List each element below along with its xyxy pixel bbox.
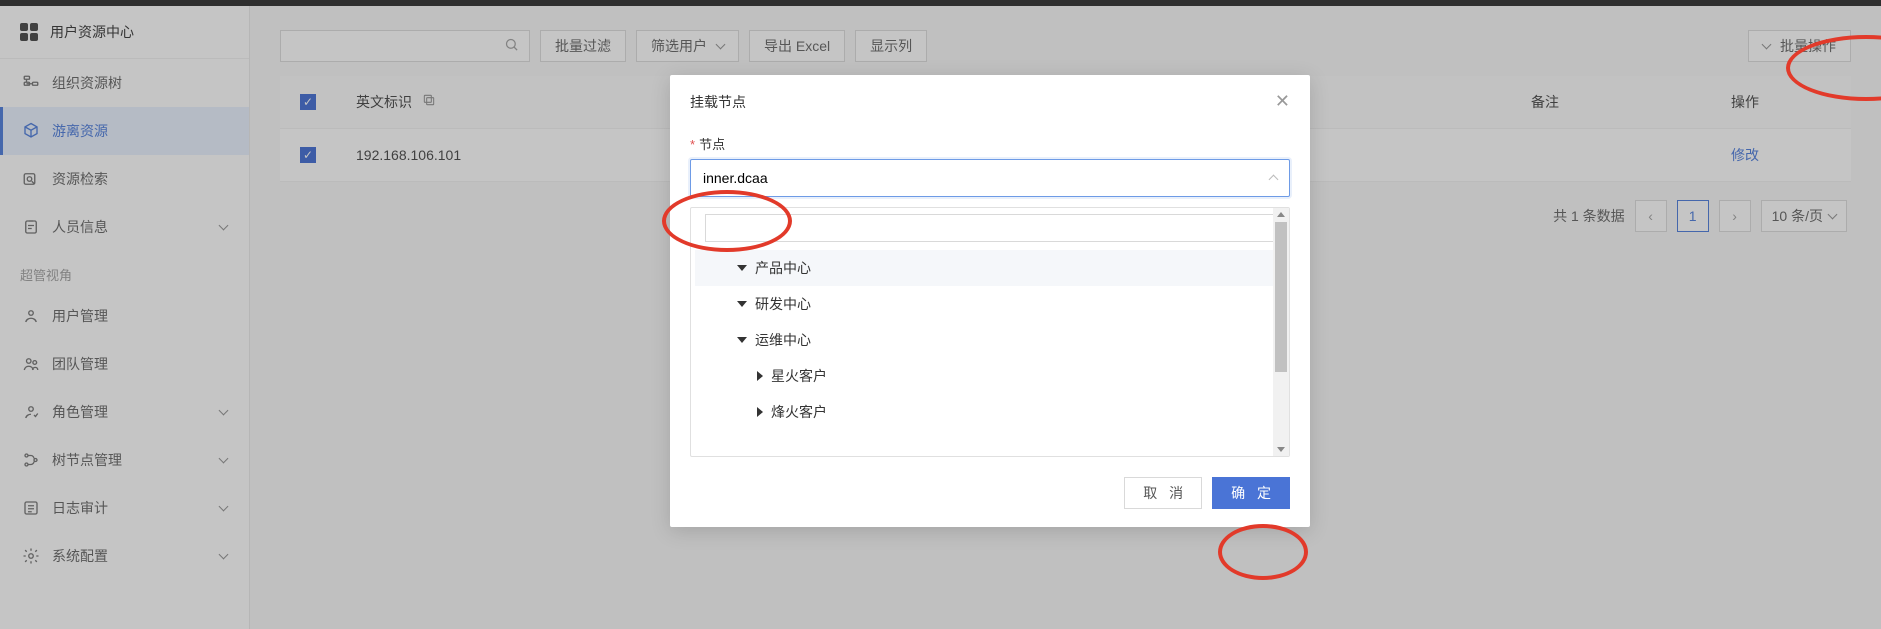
tree-node-fenghuo[interactable]: 烽火客户	[695, 394, 1285, 430]
caret-down-icon	[737, 337, 747, 343]
tree-node-rd[interactable]: 研发中心	[695, 286, 1285, 322]
tree-node-ops[interactable]: 运维中心	[695, 322, 1285, 358]
confirm-label: 确 定	[1231, 483, 1275, 503]
node-select-value[interactable]	[703, 170, 1270, 186]
cancel-button[interactable]: 取 消	[1124, 477, 1202, 509]
mount-node-modal: 挂载节点 ✕ *节点 产品中心 研发中心	[670, 75, 1310, 527]
close-icon[interactable]: ✕	[1275, 91, 1290, 112]
scroll-up-icon[interactable]	[1277, 212, 1285, 217]
cancel-label: 取 消	[1143, 483, 1187, 503]
tree-search-input[interactable]	[705, 214, 1275, 242]
scrollbar-thumb[interactable]	[1275, 222, 1287, 372]
chevron-up-icon	[1269, 175, 1279, 185]
tree-node-label: 产品中心	[755, 258, 811, 278]
caret-right-icon	[757, 371, 763, 381]
node-field-label: *节点	[690, 134, 1290, 153]
caret-down-icon	[737, 301, 747, 307]
scrollbar[interactable]	[1273, 208, 1289, 456]
caret-down-icon	[737, 265, 747, 271]
modal-title: 挂载节点	[690, 92, 746, 112]
tree-node-label: 研发中心	[755, 294, 811, 314]
confirm-button[interactable]: 确 定	[1212, 477, 1290, 509]
tree-node-label: 星火客户	[771, 366, 827, 386]
modal-overlay[interactable]: 挂载节点 ✕ *节点 产品中心 研发中心	[0, 0, 1881, 629]
caret-right-icon	[757, 407, 763, 417]
node-field-label-text: 节点	[699, 137, 725, 152]
tree-node-product[interactable]: 产品中心	[695, 250, 1285, 286]
modal-body: *节点 产品中心 研发中心	[670, 124, 1310, 457]
modal-header: 挂载节点 ✕	[670, 75, 1310, 124]
tree-node-label: 运维中心	[755, 330, 811, 350]
tree-node-xinghuo[interactable]: 星火客户	[695, 358, 1285, 394]
node-select-input[interactable]	[690, 159, 1290, 197]
modal-footer: 取 消 确 定	[670, 457, 1310, 509]
scroll-down-icon[interactable]	[1277, 447, 1285, 452]
tree-node-label: 烽火客户	[771, 402, 827, 422]
tree-dropdown: 产品中心 研发中心 运维中心 星火客户	[690, 207, 1290, 457]
